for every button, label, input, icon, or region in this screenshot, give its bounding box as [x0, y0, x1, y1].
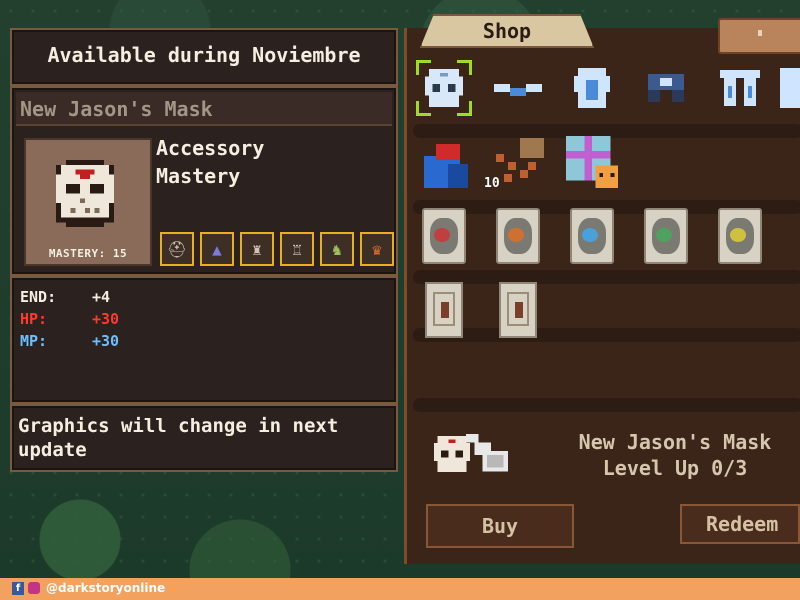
stat-end-value: +4: [92, 288, 111, 306]
demon-helmet-icon: ♛: [360, 232, 394, 266]
item-preview-box: MASTERY: 15: [24, 138, 152, 266]
preview-item-name: New Jason's Mask: [578, 430, 772, 454]
knight-helmet-icon: ⛑: [160, 232, 194, 266]
shop-slot-item[interactable]: [418, 140, 470, 192]
blue-wings-icon: [494, 84, 542, 96]
hockey-mask-icon: [56, 160, 114, 228]
recipe-scroll-icon: [425, 282, 463, 338]
scroll-icon: [422, 208, 466, 264]
facebook-icon[interactable]: f: [12, 582, 24, 595]
shop-slot-item[interactable]: 10: [484, 136, 544, 191]
social-footer: f @darkstoryonline: [0, 578, 800, 600]
shop-slot-item[interactable]: [714, 62, 766, 114]
wizard-hat-icon: ▲: [200, 232, 234, 266]
social-handle: @darkstoryonline: [46, 581, 166, 595]
availability-text: Available during Noviembre: [47, 43, 361, 67]
shop-slot-scroll[interactable]: [714, 208, 766, 264]
shop-slot-item[interactable]: [780, 62, 800, 114]
stat-hp: HP: +30: [20, 310, 119, 328]
shop-slot-item[interactable]: [492, 62, 544, 114]
item-name-bar: New Jason's Mask: [16, 92, 392, 126]
recipe-scroll-icon: [499, 282, 537, 338]
stats-panel: END: +4 HP: +30 MP: +30: [10, 276, 398, 404]
shop-slot-scroll[interactable]: [492, 208, 544, 264]
item-name: New Jason's Mask: [20, 97, 213, 121]
stat-mp: MP: +30: [20, 332, 119, 350]
stat-end: END: +4: [20, 288, 110, 306]
mastery-label: MASTERY: 15: [48, 247, 128, 260]
shop-slot-recipe[interactable]: [418, 282, 470, 338]
instagram-icon[interactable]: [28, 582, 40, 594]
stat-hp-value: +30: [92, 310, 120, 328]
shelf: [413, 270, 800, 284]
shop-slot-jason-mask[interactable]: [416, 60, 472, 116]
shop-preview-area: New Jason's Mask Level Up 0/3 Buy Redeem: [410, 408, 800, 564]
stack-quantity: 10: [484, 176, 500, 191]
armor-icon: ♖: [280, 232, 314, 266]
item-details-panel: New Jason's Mask MASTERY: 15 Accessory M…: [10, 86, 398, 276]
tab-shop[interactable]: Shop: [420, 14, 594, 48]
scroll-icon: [570, 208, 614, 264]
mystery-present-icon: [566, 136, 618, 188]
shop-slot-scroll[interactable]: [418, 208, 470, 264]
preview-level-text: Level Up 0/3: [602, 456, 748, 480]
scroll-icon: [496, 208, 540, 264]
stat-mp-value: +30: [92, 332, 120, 350]
blue-gloves-icon: [648, 74, 684, 102]
buy-button[interactable]: Buy: [426, 504, 574, 548]
gift-box-icon: [424, 144, 468, 188]
scroll-icon: [718, 208, 762, 264]
chest-tab-button[interactable]: [718, 18, 800, 54]
stat-end-label: END:: [20, 288, 57, 306]
blue-boots-icon: [720, 70, 760, 106]
shop-slot-scroll[interactable]: [566, 208, 618, 264]
item-type-line1: Accessory: [156, 136, 265, 160]
note-text: Graphics will change in next update: [18, 415, 339, 461]
blue-armor-icon: [780, 68, 800, 108]
ranger-helmet-icon: ♞: [320, 232, 354, 266]
shelf: [413, 328, 800, 342]
class-icons-row: ⛑ ▲ ♜ ♖ ♞ ♛: [160, 232, 394, 266]
tab-shop-label: Shop: [482, 19, 532, 43]
item-type-line2: Mastery: [156, 164, 241, 188]
hockey-mask-icon: [434, 436, 470, 472]
item-type: Accessory Mastery: [156, 134, 264, 190]
shop-slot-item[interactable]: [566, 136, 618, 188]
pointing-hand-icon: [466, 434, 508, 472]
shop-slot-scroll[interactable]: [640, 208, 692, 264]
blue-armor-icon: [574, 68, 610, 108]
redeem-button[interactable]: Redeem: [680, 504, 800, 544]
availability-panel: Available during Noviembre: [10, 28, 398, 86]
horned-helmet-icon: ♜: [240, 232, 274, 266]
shop-slot-recipe[interactable]: [492, 282, 544, 338]
stat-hp-label: HP:: [20, 310, 48, 328]
shop-slot-item[interactable]: [566, 62, 618, 114]
shop-slot-item[interactable]: [640, 62, 692, 114]
scroll-icon: [644, 208, 688, 264]
stat-mp-label: MP:: [20, 332, 48, 350]
note-panel: Graphics will change in next update: [10, 404, 398, 472]
